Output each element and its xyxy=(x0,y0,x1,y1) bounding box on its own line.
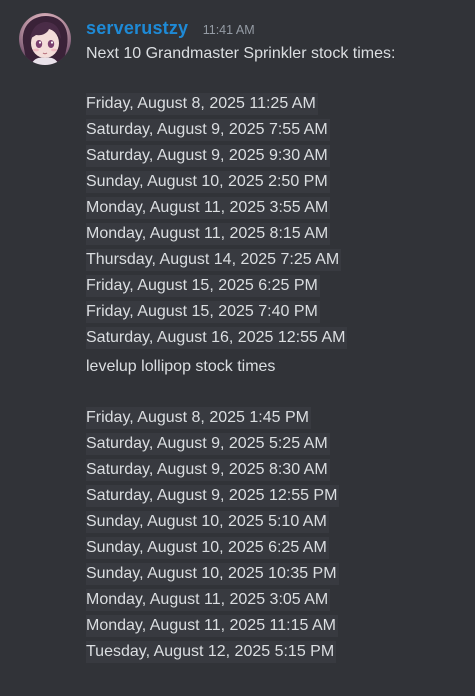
list-item: Monday, August 11, 2025 11:15 AM xyxy=(86,613,371,639)
anime-character-avatar-icon xyxy=(22,16,68,65)
lollipop-time: Tuesday, August 12, 2025 5:15 PM xyxy=(86,641,337,663)
lollipop-time: Sunday, August 10, 2025 5:10 AM xyxy=(86,511,329,533)
lollipop-time: Sunday, August 10, 2025 6:25 AM xyxy=(86,537,329,559)
list-item: Sunday, August 10, 2025 5:10 AM xyxy=(86,509,371,535)
lollipop-time: Saturday, August 9, 2025 8:30 AM xyxy=(86,459,330,481)
list-item: Monday, August 11, 2025 3:05 AM xyxy=(86,587,371,613)
list-item: Saturday, August 9, 2025 7:55 AM xyxy=(86,117,371,143)
list-item: Friday, August 15, 2025 7:40 PM xyxy=(86,299,371,325)
sprinkler-time: Saturday, August 9, 2025 9:30 AM xyxy=(86,145,330,167)
sprinkler-time: Saturday, August 16, 2025 12:55 AM xyxy=(86,327,348,349)
user-avatar[interactable] xyxy=(19,13,71,65)
sprinkler-time: Sunday, August 10, 2025 2:50 PM xyxy=(86,171,330,193)
list-item: Monday, August 11, 2025 3:55 AM xyxy=(86,195,371,221)
list-item: Friday, August 8, 2025 11:25 AM xyxy=(86,91,371,117)
lollipop-time: Monday, August 11, 2025 11:15 AM xyxy=(86,615,338,637)
list-item: Sunday, August 10, 2025 2:50 PM xyxy=(86,169,371,195)
sprinkler-time: Friday, August 15, 2025 6:25 PM xyxy=(86,275,320,297)
lollipop-time: Sunday, August 10, 2025 10:35 PM xyxy=(86,563,339,585)
list-item: Sunday, August 10, 2025 6:25 AM xyxy=(86,535,371,561)
username[interactable]: serverustzy xyxy=(86,18,188,38)
message-timestamp: 11:41 AM xyxy=(202,23,255,37)
sprinkler-time: Saturday, August 9, 2025 7:55 AM xyxy=(86,119,330,141)
list-item: Friday, August 15, 2025 6:25 PM xyxy=(86,273,371,299)
list-item: Saturday, August 9, 2025 9:30 AM xyxy=(86,143,371,169)
sprinkler-times-list: Friday, August 8, 2025 11:25 AM Saturday… xyxy=(86,91,371,351)
sprinkler-time: Thursday, August 14, 2025 7:25 AM xyxy=(86,249,342,271)
list-item: Monday, August 11, 2025 8:15 AM xyxy=(86,221,371,247)
list-item: Saturday, August 9, 2025 12:55 PM xyxy=(86,483,371,509)
sprinkler-time: Monday, August 11, 2025 3:55 AM xyxy=(86,197,331,219)
lollipop-time: Friday, August 8, 2025 1:45 PM xyxy=(86,407,311,429)
lollipop-time: Monday, August 11, 2025 3:05 AM xyxy=(86,589,331,611)
list-item: Thursday, August 14, 2025 7:25 AM xyxy=(86,247,371,273)
lollipop-heading: levelup lollipop stock times xyxy=(86,358,276,375)
chat-message: serverustzy 11:41 AM Next 10 Grandmaster… xyxy=(0,0,475,696)
list-item: Friday, August 8, 2025 1:45 PM xyxy=(86,405,371,431)
message-header: serverustzy 11:41 AM xyxy=(86,18,255,42)
lollipop-times-list: Friday, August 8, 2025 1:45 PM Saturday,… xyxy=(86,405,371,665)
sprinkler-intro-text: Next 10 Grandmaster Sprinkler stock time… xyxy=(86,45,396,62)
list-item: Saturday, August 9, 2025 8:30 AM xyxy=(86,457,371,483)
list-item: Sunday, August 10, 2025 10:35 PM xyxy=(86,561,371,587)
list-item: Saturday, August 9, 2025 5:25 AM xyxy=(86,431,371,457)
sprinkler-time: Monday, August 11, 2025 8:15 AM xyxy=(86,223,331,245)
lollipop-time: Saturday, August 9, 2025 12:55 PM xyxy=(86,485,340,507)
list-item: Tuesday, August 12, 2025 5:15 PM xyxy=(86,639,371,665)
sprinkler-time: Friday, August 15, 2025 7:40 PM xyxy=(86,301,320,323)
lollipop-time: Saturday, August 9, 2025 5:25 AM xyxy=(86,433,330,455)
list-item: Saturday, August 16, 2025 12:55 AM xyxy=(86,325,371,351)
sprinkler-time: Friday, August 8, 2025 11:25 AM xyxy=(86,93,318,115)
